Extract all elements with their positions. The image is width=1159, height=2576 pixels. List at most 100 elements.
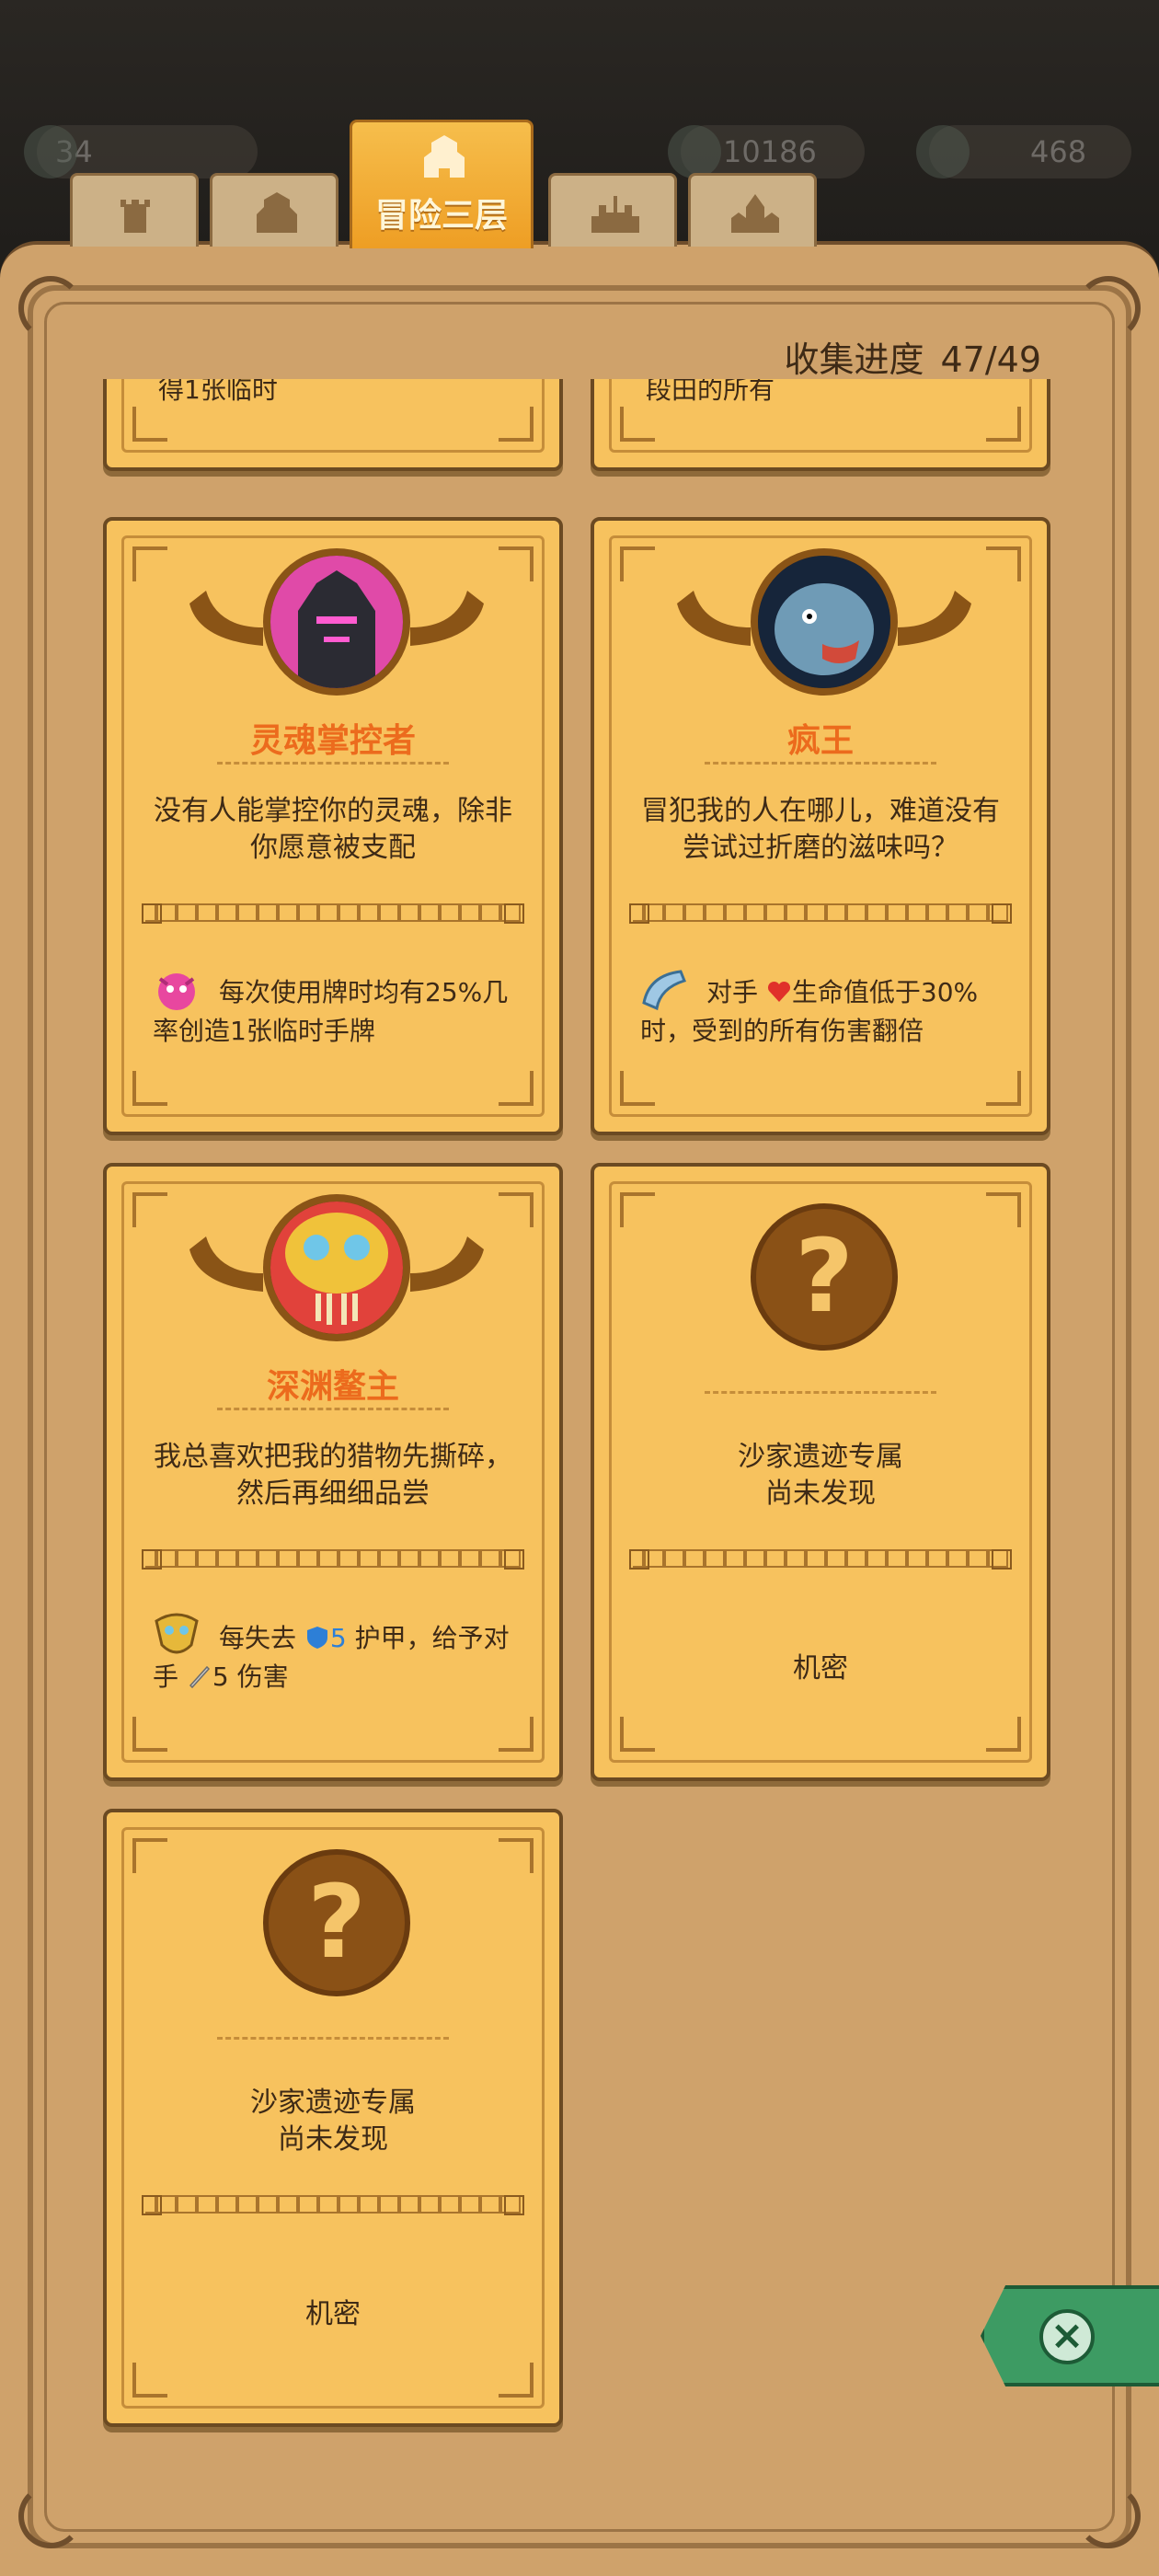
boss-name: 灵魂掌控者 — [249, 722, 416, 760]
collection-progress: 收集进度 47/49 — [784, 331, 1041, 382]
card-corner — [132, 407, 167, 442]
progress-value: 47/49 — [940, 339, 1041, 380]
locked-line-1: 沙家遗迹专属 — [738, 1441, 903, 1473]
locked-text: 沙家遗迹专属 尚未发现 — [107, 2085, 559, 2158]
card-corner — [620, 546, 655, 581]
boss-lore: 没有人能掌控你的灵魂，除非你愿意被支配 — [154, 795, 512, 864]
locked-line-2: 尚未发现 — [765, 1478, 876, 1510]
ability-text-pre: 对手 — [706, 977, 759, 1007]
boss-portrait — [751, 548, 898, 696]
tab-floor-4[interactable] — [548, 173, 677, 247]
boss-ability: 对手 生命值低于30%时，受到的所有伤害翻倍 — [640, 966, 1010, 1049]
card-corner — [499, 1717, 534, 1752]
card-corner — [499, 2363, 534, 2398]
tab-floor-3[interactable]: 冒险三层 — [350, 120, 534, 248]
question-mark-icon: ? — [263, 1849, 410, 1996]
sword-icon — [189, 1665, 210, 1689]
mad-king-icon — [758, 556, 890, 688]
leaf-counter: 468 — [916, 125, 1131, 178]
corner-ornament-tl — [18, 276, 83, 340]
card-partial-right[interactable]: 段田的所有 — [591, 379, 1050, 471]
card-corner — [499, 1838, 534, 1873]
horn-icon — [642, 970, 686, 1011]
boss-portrait — [263, 1194, 410, 1341]
partial-ability-text: 得1张临时 — [158, 379, 278, 405]
tab-floor-3-label: 冒险三层 — [374, 197, 508, 235]
boss-lore: 我总喜欢把我的猎物先撕碎，然后再细细品尝 — [154, 1441, 512, 1510]
boss-card-soul-master[interactable]: 灵魂掌控者 没有人能掌控你的灵魂，除非你愿意被支配 每次使用牌时均有25%几率创… — [103, 517, 563, 1135]
partial-ability-text: 段田的所有 — [646, 379, 775, 405]
card-corner — [499, 407, 534, 442]
card-partial-left[interactable]: 得1张临时 — [103, 379, 563, 471]
card-corner — [132, 546, 167, 581]
gem-counter: 34 — [24, 125, 258, 178]
name-underline — [217, 762, 449, 765]
card-corner — [986, 407, 1021, 442]
ability-text: 每次使用牌时均有25%几率创造1张临时手牌 — [153, 977, 509, 1046]
tab-floor-2[interactable] — [210, 173, 339, 247]
locked-text: 沙家遗迹专属 尚未发现 — [594, 1439, 1047, 1512]
ability-text-a: 每失去 — [219, 1623, 297, 1653]
locked-line-1: 沙家遗迹专属 — [250, 2087, 416, 2119]
progress-label: 收集进度 — [784, 339, 924, 380]
boss-name: 深渊鳌主 — [266, 1368, 399, 1406]
ornament-divider — [142, 1549, 524, 1570]
card-corner — [986, 546, 1021, 581]
boss-lore: 冒犯我的人在哪儿，难道没有尝试过折磨的滋味吗？ — [641, 795, 1000, 864]
palace-icon — [731, 194, 779, 233]
secret-label: 机密 — [793, 1652, 848, 1685]
tower-icon — [120, 200, 150, 233]
card-corner — [499, 546, 534, 581]
boss-card-abyss-lord[interactable]: 深渊鳌主 我总喜欢把我的猎物先撕碎，然后再细细品尝 每失去 5 护甲，给予对手 … — [103, 1163, 563, 1781]
ornament-divider — [142, 2195, 524, 2215]
corner-ornament-bl — [18, 2484, 83, 2548]
boss-ability: 每失去 5 护甲，给予对手 5 伤害 — [153, 1612, 522, 1695]
pink-spirit-icon — [158, 973, 195, 1010]
ornament-divider — [629, 903, 1012, 924]
card-corner — [132, 1071, 167, 1106]
card-corner — [132, 1192, 167, 1227]
corner-ornament-tr — [1076, 276, 1141, 340]
boss-card-locked[interactable]: ? 沙家遗迹专属 尚未发现 机密 — [103, 1809, 563, 2427]
card-corner — [132, 2363, 167, 2398]
boss-card-locked[interactable]: ? 沙家遗迹专属 尚未发现 机密 — [591, 1163, 1050, 1781]
shield-icon — [306, 1627, 327, 1649]
pyramid-counter: 10186 — [668, 125, 865, 178]
gem-icon — [24, 125, 77, 178]
name-underline — [217, 1408, 449, 1411]
card-corner — [620, 407, 655, 442]
name-underline — [705, 1391, 936, 1395]
boss-ability: 每次使用牌时均有25%几率创造1张临时手牌 — [153, 966, 522, 1049]
boss-portrait — [263, 548, 410, 696]
close-icon: × — [1039, 2309, 1095, 2364]
question-mark-icon: ? — [751, 1203, 898, 1351]
close-button[interactable]: × — [981, 2285, 1159, 2386]
card-corner — [499, 1071, 534, 1106]
card-corner — [620, 1717, 655, 1752]
boss-name: 疯王 — [786, 722, 854, 760]
ability-text-post: 生命值低于30%时，受到的所有伤害翻倍 — [640, 977, 979, 1046]
castle-icon — [257, 192, 297, 233]
card-corner — [986, 1071, 1021, 1106]
tab-floor-5[interactable] — [688, 173, 817, 247]
card-corner — [986, 1717, 1021, 1752]
card-corner — [499, 1192, 534, 1227]
name-underline — [217, 2037, 449, 2041]
card-list[interactable]: 得1张临时 段田的所有 灵魂掌控者 没有人能掌控你的灵魂，除非你愿意被支配 每次… — [92, 379, 1067, 2440]
ornament-divider — [629, 1549, 1012, 1570]
boss-card-mad-king[interactable]: 疯王 冒犯我的人在哪儿，难道没有尝试过折磨的滋味吗？ 对手 生命值低于30%时，… — [591, 517, 1050, 1135]
card-corner — [620, 1071, 655, 1106]
castle-icon — [424, 135, 465, 178]
card-corner — [132, 1717, 167, 1752]
heart-icon — [767, 981, 790, 1002]
corner-ornament-br — [1076, 2484, 1141, 2548]
tab-floor-1[interactable] — [70, 173, 199, 247]
dark-knight-icon — [270, 556, 403, 688]
name-underline — [705, 762, 936, 765]
pyramid-icon — [668, 125, 721, 178]
gold-mask-icon — [155, 1613, 199, 1654]
locked-line-2: 尚未发现 — [278, 2123, 388, 2156]
ornament-divider — [142, 903, 524, 924]
fortress-icon — [591, 196, 639, 233]
card-corner — [132, 1838, 167, 1873]
